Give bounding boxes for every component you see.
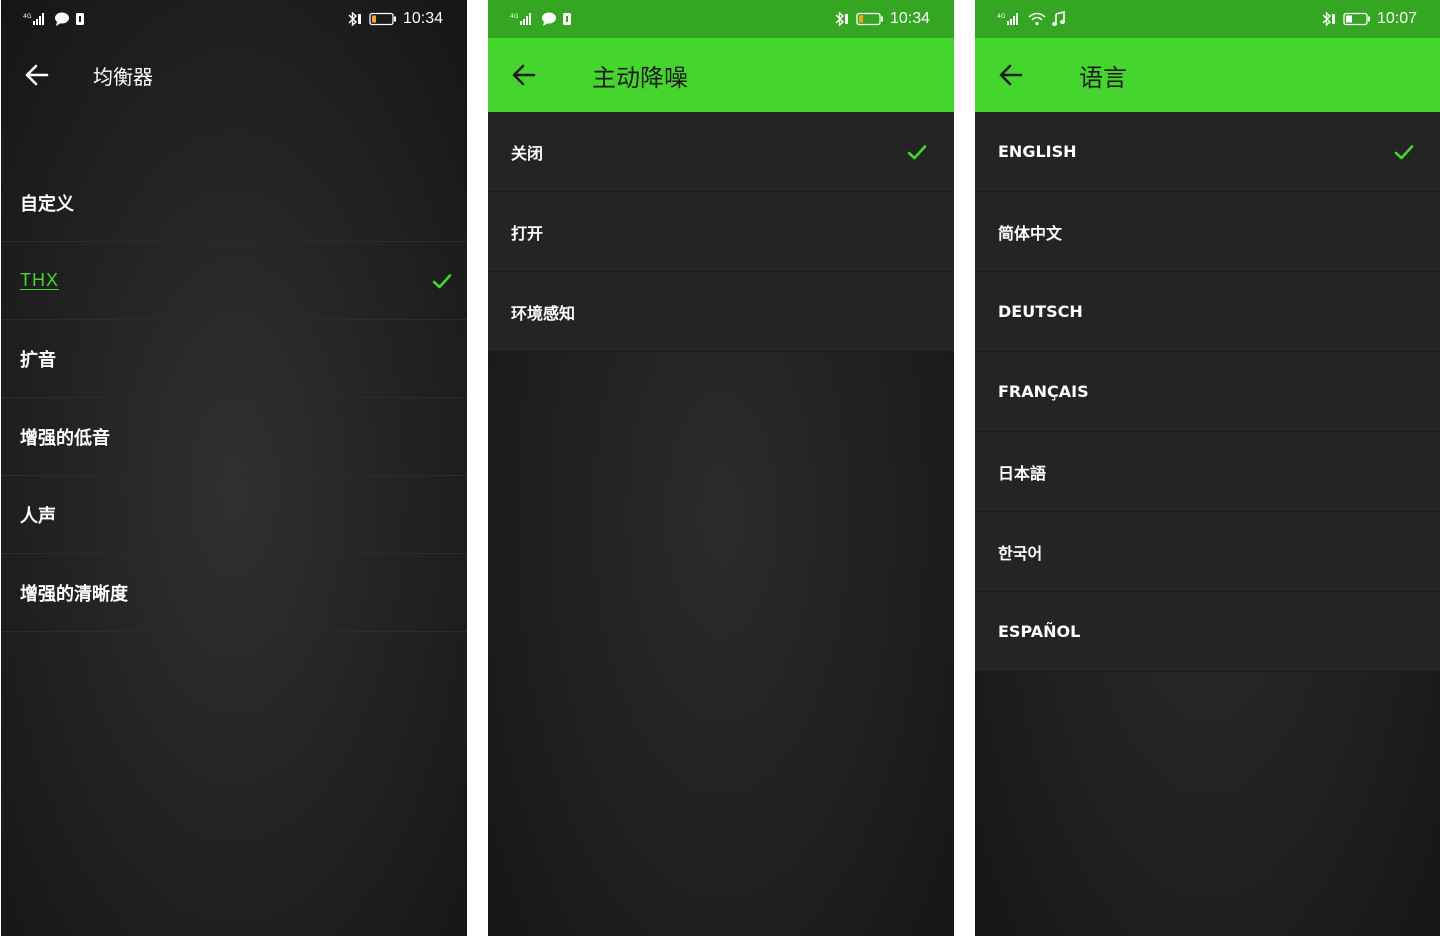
battery-icon xyxy=(369,12,396,26)
page-title: 语言 xyxy=(1079,63,1127,92)
sim-icon xyxy=(76,13,84,25)
signal-icon: 4G xyxy=(997,13,1018,25)
wifi-icon xyxy=(1028,12,1046,26)
list-item[interactable]: 增强的清晰度 xyxy=(1,554,467,632)
checkmark-icon xyxy=(907,144,927,159)
list-item-label: 关闭 xyxy=(511,143,544,163)
list-item[interactable]: 环境感知 xyxy=(488,272,954,352)
bluetooth-icon xyxy=(348,11,361,27)
signal-icon: 4G xyxy=(23,13,44,25)
status-bar: 4G xyxy=(1,0,467,38)
svg-text:4G: 4G xyxy=(510,13,519,20)
checkmark-icon xyxy=(1394,144,1414,159)
list-item-label: 自定义 xyxy=(20,193,74,215)
status-time: 10:07 xyxy=(1376,10,1417,27)
message-icon xyxy=(542,12,556,26)
list-item-label: 日本語 xyxy=(998,463,1047,483)
message-icon xyxy=(55,12,69,26)
app-header: 主动降噪 xyxy=(488,38,954,112)
app-header: 均衡器 xyxy=(1,38,467,112)
list-item[interactable]: DEUTSCH xyxy=(975,272,1440,352)
list-item[interactable]: 打开 xyxy=(488,192,954,272)
signal-icon: 4G xyxy=(510,13,531,25)
list-item-label: DEUTSCH xyxy=(998,302,1083,321)
app-header: 语言 xyxy=(975,38,1440,112)
list-item[interactable]: 关闭 xyxy=(488,112,954,192)
list-item-label: 打开 xyxy=(511,223,544,243)
list-item-label: 扩音 xyxy=(20,349,56,371)
page-title: 均衡器 xyxy=(93,64,153,89)
checkmark-icon xyxy=(432,273,452,288)
list-item[interactable]: 简体中文 xyxy=(975,192,1440,272)
list-item-label: 한국어 xyxy=(998,543,1043,563)
list-item-label: ESPAÑOL xyxy=(998,622,1081,641)
screenshot-composite: 4G 10:34 均衡器 自定义 THX 扩音 增强的低音 人声 增强的清晰度 … xyxy=(0,0,1440,936)
arrow-left-icon xyxy=(25,64,49,86)
music-note-icon xyxy=(1052,11,1065,26)
list-item-label: ENGLISH xyxy=(998,142,1077,161)
status-time: 10:34 xyxy=(402,10,443,27)
status-time: 10:34 xyxy=(889,10,930,27)
list-item[interactable]: 自定义 xyxy=(1,164,467,242)
list-item[interactable]: ESPAÑOL xyxy=(975,592,1440,672)
list-item[interactable]: 增强的低音 xyxy=(1,398,467,476)
equalizer-preset-list: 自定义 THX 扩音 增强的低音 人声 增强的清晰度 xyxy=(1,164,467,632)
back-button[interactable] xyxy=(987,52,1033,98)
list-item[interactable]: 한국어 xyxy=(975,512,1440,592)
arrow-left-icon xyxy=(512,64,536,86)
phone-language: 4G 10:07 语言 ENGLISH 简体中文 DEUTSCH FRANÇAI… xyxy=(975,0,1440,936)
page-title: 主动降噪 xyxy=(592,63,688,92)
list-item[interactable]: THX xyxy=(1,242,467,320)
svg-text:4G: 4G xyxy=(23,13,32,20)
list-item-label: 人声 xyxy=(20,505,56,527)
list-item-label: 环境感知 xyxy=(511,303,576,323)
list-item-label: FRANÇAIS xyxy=(998,382,1089,401)
back-button[interactable] xyxy=(13,52,59,98)
list-item-label: 简体中文 xyxy=(998,223,1063,243)
status-bar: 4G xyxy=(488,0,954,38)
phone-equalizer: 4G 10:34 均衡器 自定义 THX 扩音 增强的低音 人声 增强的清晰度 xyxy=(1,0,467,936)
back-button[interactable] xyxy=(500,52,546,98)
arrow-left-icon xyxy=(999,64,1023,86)
sim-icon xyxy=(563,13,571,25)
noise-cancellation-option-list: 关闭 打开 环境感知 xyxy=(488,112,954,352)
battery-icon xyxy=(856,12,883,26)
list-item[interactable]: FRANÇAIS xyxy=(975,352,1440,432)
list-item[interactable]: 人声 xyxy=(1,476,467,554)
list-item-label: 增强的清晰度 xyxy=(20,583,128,605)
bluetooth-icon xyxy=(835,11,848,27)
list-item[interactable]: 日本語 xyxy=(975,432,1440,512)
svg-text:4G: 4G xyxy=(997,13,1006,20)
battery-icon xyxy=(1343,12,1370,26)
phone-noise-cancellation: 4G 10:34 主动降噪 关闭 打开 环境感知 xyxy=(488,0,954,936)
bluetooth-icon xyxy=(1322,11,1335,27)
list-item[interactable]: ENGLISH xyxy=(975,112,1440,192)
list-item[interactable]: 扩音 xyxy=(1,320,467,398)
status-bar: 4G xyxy=(975,0,1440,38)
list-item-label: 增强的低音 xyxy=(20,427,110,449)
thx-logo: THX xyxy=(20,270,59,290)
language-list: ENGLISH 简体中文 DEUTSCH FRANÇAIS 日本語 한국어 ES… xyxy=(975,112,1440,672)
